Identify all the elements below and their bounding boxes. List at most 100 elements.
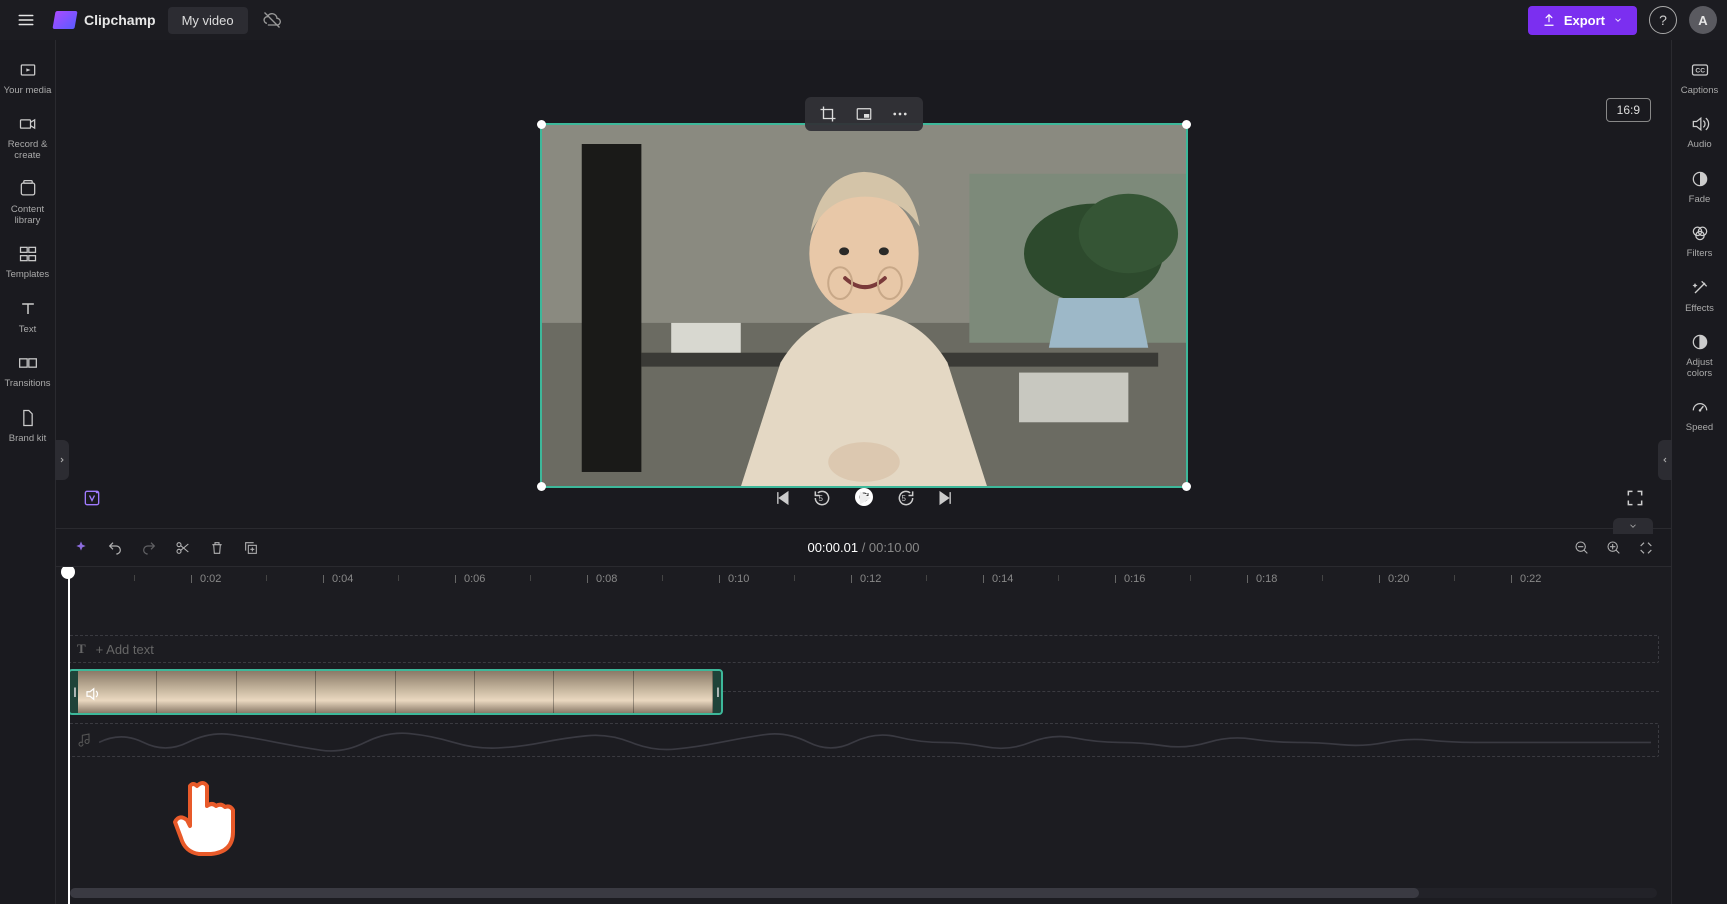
ruler-tick: 0:14 <box>992 573 1013 585</box>
current-time: 00:00.01 <box>807 540 858 555</box>
total-time: 00:10.00 <box>869 540 920 555</box>
preview-float-toolbar <box>805 97 923 131</box>
ruler-tick: 0:12 <box>860 573 881 585</box>
ruler-tick: 0:04 <box>332 573 353 585</box>
upload-icon <box>1542 13 1556 27</box>
sidebar-item-effects[interactable]: Effects <box>1674 268 1726 322</box>
right-sidebar: CC Captions Audio Fade Filters Effects A… <box>1671 40 1727 904</box>
picture-in-picture-button[interactable] <box>855 105 873 123</box>
ai-enhance-button[interactable] <box>81 487 103 509</box>
sidebar-item-adjust-colors[interactable]: Adjust colors <box>1674 322 1726 387</box>
fade-icon <box>1688 167 1712 191</box>
ruler-tick: 0:02 <box>200 573 221 585</box>
ai-timeline-button[interactable] <box>72 539 90 557</box>
sidebar-item-templates[interactable]: Templates <box>2 234 54 288</box>
sidebar-item-your-media[interactable]: Your media <box>2 50 54 104</box>
sidebar-item-brand-kit[interactable]: Brand kit <box>2 398 54 452</box>
sidebar-item-filters[interactable]: Filters <box>1674 213 1726 267</box>
ruler-tick: 0:22 <box>1520 573 1541 585</box>
sidebar-item-audio[interactable]: Audio <box>1674 104 1726 158</box>
aspect-ratio-button[interactable]: 16:9 <box>1606 98 1651 122</box>
sidebar-item-content-library[interactable]: Content library <box>2 169 54 234</box>
left-sidebar: Your media Record & create Content libra… <box>0 40 56 904</box>
clip-trim-right[interactable]: || <box>713 671 721 713</box>
avatar[interactable]: A <box>1689 6 1717 34</box>
adjust-colors-icon <box>1688 330 1712 354</box>
skip-end-button[interactable] <box>935 487 957 509</box>
music-icon <box>77 732 93 748</box>
preview-zone: 16:9 <box>56 40 1671 528</box>
center-panel: 16:9 <box>56 40 1671 904</box>
timeline-toolbar: 00:00.01 / 00:10.00 <box>56 528 1671 566</box>
video-track[interactable]: || || <box>68 669 1659 717</box>
transitions-icon <box>16 351 40 375</box>
timeline-ruler[interactable]: 0:02 0:04 0:06 0:08 0:10 0:12 0:14 0:16 … <box>68 567 1671 595</box>
chevron-down-icon <box>1626 521 1640 531</box>
ruler-tick: 0:06 <box>464 573 485 585</box>
sidebar-item-fade[interactable]: Fade <box>1674 159 1726 213</box>
collapse-preview-button[interactable] <box>1613 518 1653 534</box>
effects-icon <box>1688 276 1712 300</box>
text-track-placeholder: + Add text <box>96 642 154 657</box>
text-icon <box>16 297 40 321</box>
brand[interactable]: Clipchamp <box>54 11 156 29</box>
clip-thumbnails <box>78 671 713 713</box>
text-icon: T <box>77 641 86 657</box>
redo-button[interactable] <box>140 539 158 557</box>
sidebar-item-speed[interactable]: Speed <box>1674 387 1726 441</box>
templates-icon <box>16 242 40 266</box>
timeline-tracks: T + Add text || || <box>68 635 1659 757</box>
forward-button[interactable]: 5 <box>895 487 917 509</box>
ruler-tick: 0:20 <box>1388 573 1409 585</box>
help-button[interactable]: ? <box>1649 6 1677 34</box>
resize-handle-tl[interactable] <box>537 120 546 129</box>
fullscreen-button[interactable] <box>1624 487 1646 509</box>
clip-trim-left[interactable]: || <box>70 671 78 713</box>
scrollbar-thumb[interactable] <box>70 888 1419 898</box>
resize-handle-tr[interactable] <box>1182 120 1191 129</box>
fit-zoom-button[interactable] <box>1637 539 1655 557</box>
video-preview-frame[interactable] <box>540 123 1188 488</box>
empty-track-region[interactable] <box>723 691 1659 693</box>
timeline-scrollbar[interactable] <box>70 888 1657 898</box>
sidebar-item-text[interactable]: Text <box>2 289 54 343</box>
rewind-button[interactable]: 5 <box>811 487 833 509</box>
zoom-in-button[interactable] <box>1605 539 1623 557</box>
play-button[interactable] <box>851 485 877 511</box>
library-icon <box>16 177 40 201</box>
audio-track[interactable] <box>68 723 1659 757</box>
time-display: 00:00.01 / 00:10.00 <box>807 540 919 555</box>
audio-icon <box>1688 112 1712 136</box>
filters-icon <box>1688 221 1712 245</box>
timeline: 0:02 0:04 0:06 0:08 0:10 0:12 0:14 0:16 … <box>56 566 1671 904</box>
playhead-handle[interactable] <box>61 566 75 579</box>
delete-button[interactable] <box>208 539 226 557</box>
video-clip[interactable]: || || <box>68 669 723 715</box>
duplicate-button[interactable] <box>242 539 260 557</box>
split-button[interactable] <box>174 539 192 557</box>
top-bar: Clipchamp My video Export ? A <box>0 0 1727 40</box>
more-options-button[interactable] <box>891 105 909 123</box>
audio-waveform <box>99 728 1651 757</box>
video-title-input[interactable]: My video <box>168 7 248 34</box>
clipchamp-logo-icon <box>52 11 77 29</box>
media-icon <box>16 58 40 82</box>
zoom-out-button[interactable] <box>1573 539 1591 557</box>
undo-button[interactable] <box>106 539 124 557</box>
crop-button[interactable] <box>819 105 837 123</box>
player-controls: 5 5 <box>56 478 1671 518</box>
expand-right-panel-button[interactable] <box>1658 440 1672 480</box>
sidebar-item-record-create[interactable]: Record & create <box>2 104 54 169</box>
record-icon <box>16 112 40 136</box>
chevron-left-icon <box>1661 454 1669 466</box>
text-track[interactable]: T + Add text <box>68 635 1659 663</box>
sidebar-item-captions[interactable]: CC Captions <box>1674 50 1726 104</box>
skip-start-button[interactable] <box>771 487 793 509</box>
ruler-tick: 0:10 <box>728 573 749 585</box>
sidebar-item-transitions[interactable]: Transitions <box>2 343 54 397</box>
menu-button[interactable] <box>10 4 42 36</box>
cloud-sync-off-icon[interactable] <box>260 8 284 32</box>
speed-icon <box>1688 395 1712 419</box>
export-button[interactable]: Export <box>1528 6 1637 35</box>
volume-icon <box>84 685 102 703</box>
